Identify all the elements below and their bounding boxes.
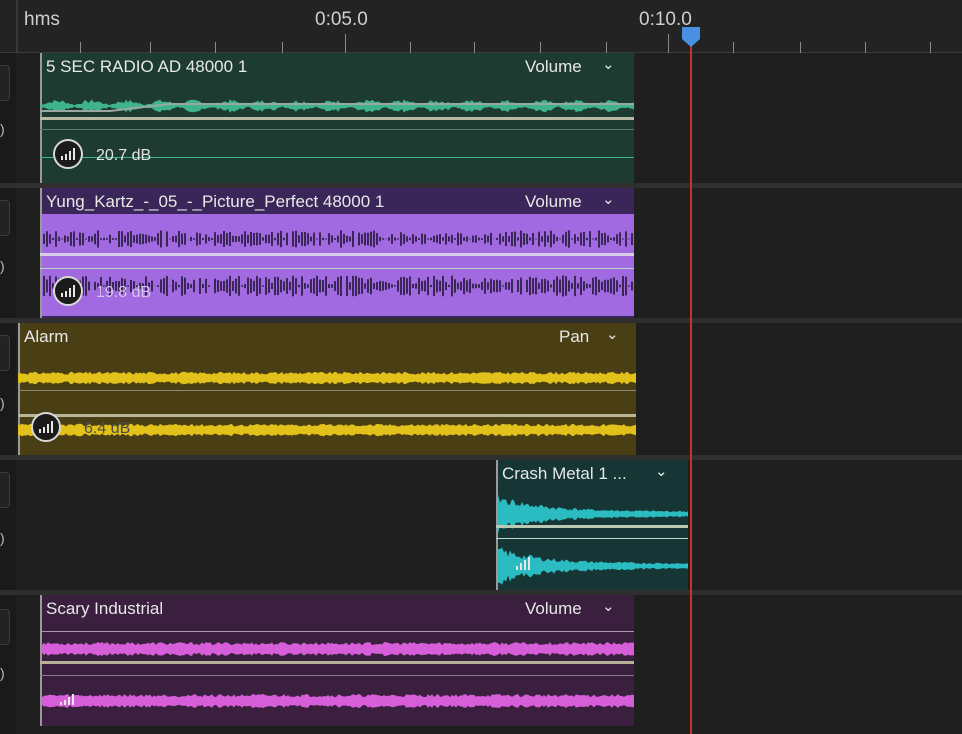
track-header-button[interactable] [0, 200, 10, 236]
level-meter-icon[interactable] [516, 556, 534, 570]
volume-line[interactable] [40, 661, 634, 664]
waveform-right [40, 694, 634, 708]
volume-line[interactable] [40, 117, 634, 120]
waveform-left [18, 371, 636, 385]
ruler-minor-tick [733, 42, 734, 53]
track-header-button[interactable] [0, 472, 10, 508]
waveform-left [40, 642, 634, 656]
ruler-minor-tick [800, 42, 801, 53]
ruler-time-label-5s: 0:05.0 [315, 9, 368, 30]
speaker-icon[interactable]: ) [0, 395, 5, 411]
ruler-minor-tick [215, 42, 216, 53]
chevron-down-icon[interactable]: ⌄ [602, 190, 615, 208]
ruler-minor-tick [930, 42, 931, 53]
ruler-left-edge [16, 0, 18, 53]
lane-divider [18, 390, 636, 391]
chevron-down-icon[interactable]: ⌄ [602, 55, 615, 73]
ruler-minor-tick [282, 42, 283, 53]
ruler-minor-tick [474, 42, 475, 53]
waveform-left [496, 494, 688, 534]
clip-effect-label[interactable]: Volume [525, 57, 582, 77]
clip-effect-label[interactable]: Volume [525, 599, 582, 619]
track-header-button[interactable] [0, 609, 10, 645]
clip-level-label: 19.8 dB [96, 284, 152, 301]
ruler-major-tick [345, 34, 346, 53]
volume-line[interactable] [40, 253, 634, 256]
track-header-button[interactable] [0, 65, 10, 101]
track-header-4[interactable]: ) [0, 460, 16, 590]
chevron-down-icon[interactable]: ⌄ [655, 462, 668, 480]
volume-line[interactable] [496, 525, 688, 528]
clip-crash-metal[interactable]: Crash Metal 1 ... ⌄ [496, 460, 688, 590]
ruler-minor-tick [540, 42, 541, 53]
speaker-icon[interactable]: ) [0, 258, 5, 274]
level-meter-icon[interactable] [53, 139, 83, 169]
clip-level-label: 6.4 dB [84, 420, 131, 437]
playhead-line[interactable] [690, 40, 692, 734]
speaker-icon[interactable]: ) [0, 121, 5, 137]
pan-line[interactable] [18, 414, 636, 417]
lane-divider [40, 268, 634, 269]
track-header-5[interactable]: ) [0, 595, 16, 734]
ruler-major-tick [668, 34, 669, 53]
ruler-minor-tick [410, 42, 411, 53]
ruler-minor-tick [606, 42, 607, 53]
audio-track-2: ) Yung_Kartz_-_05_-_Picture_Perfect 4800… [0, 188, 962, 318]
track-header-3[interactable]: ) [0, 323, 16, 455]
clip-effect-label[interactable]: Volume [525, 192, 582, 212]
clip-title: Scary Industrial [46, 599, 164, 618]
clip-alarm[interactable]: Alarm Pan ⌄ 6.4 dB [18, 323, 636, 455]
lane-divider [40, 675, 634, 676]
track-header-2[interactable]: ) [0, 188, 16, 318]
lane-divider [40, 631, 634, 632]
ruler-minor-tick [150, 42, 151, 53]
clip-effect-label[interactable]: Pan [559, 327, 589, 347]
clip-title: Yung_Kartz_-_05_-_Picture_Perfect 48000 … [46, 192, 385, 211]
lane-divider [40, 129, 634, 130]
level-meter-icon[interactable] [31, 412, 61, 442]
chevron-down-icon[interactable]: ⌄ [602, 597, 615, 615]
speaker-icon[interactable]: ) [0, 530, 5, 546]
audio-track-1: ) 5 SEC RADIO AD 48000 1 Volume ⌄ 20.7 d… [0, 53, 962, 183]
speaker-icon[interactable]: ) [0, 665, 5, 681]
audio-track-3: ) Alarm Pan ⌄ 6.4 dB [0, 323, 962, 455]
timeline-ruler[interactable]: hms 0:05.0 0:10.0 [0, 0, 962, 53]
audio-track-5: ) Scary Industrial Volume ⌄ [0, 595, 962, 734]
playhead-marker-icon[interactable] [681, 26, 701, 48]
ruler-minor-tick [80, 42, 81, 53]
ruler-minor-tick [865, 42, 866, 53]
level-meter-icon[interactable] [60, 691, 78, 705]
level-meter-icon[interactable] [53, 276, 83, 306]
chevron-down-icon[interactable]: ⌄ [606, 325, 619, 343]
clip-level-label: 20.7 dB [96, 147, 152, 164]
clip-title: Alarm [24, 327, 69, 346]
clip-scary-industrial[interactable]: Scary Industrial Volume ⌄ [40, 595, 634, 726]
clip-title: 5 SEC RADIO AD 48000 1 [46, 57, 248, 76]
audio-track-4: ) Crash Metal 1 ... ⌄ [0, 460, 962, 590]
ruler-unit-label: hms [24, 9, 60, 30]
lane-divider [496, 538, 688, 539]
clip-radio-ad[interactable]: 5 SEC RADIO AD 48000 1 Volume ⌄ 20.7 dB [40, 53, 634, 183]
track-header-button[interactable] [0, 335, 10, 371]
track-header-1[interactable]: ) [0, 53, 16, 183]
clip-title: Crash Metal 1 ... [502, 464, 627, 483]
clip-picture-perfect[interactable]: Yung_Kartz_-_05_-_Picture_Perfect 48000 … [40, 188, 634, 318]
